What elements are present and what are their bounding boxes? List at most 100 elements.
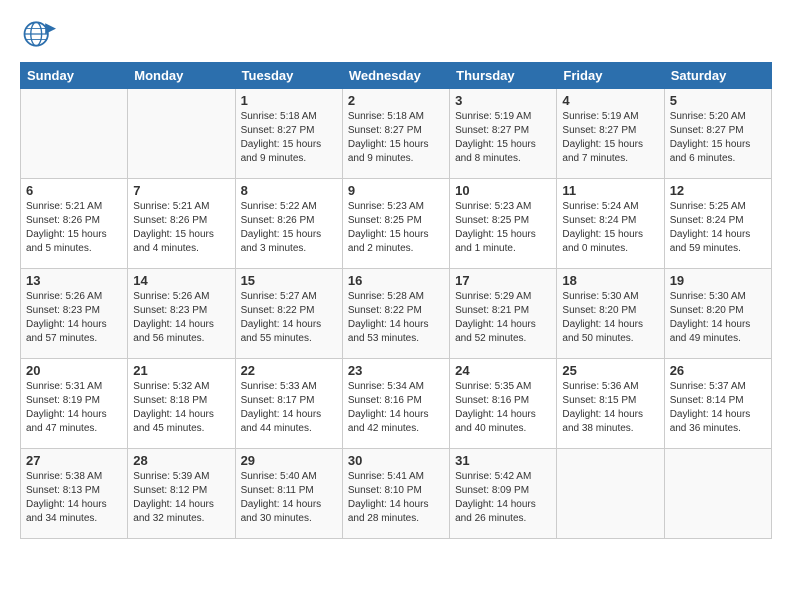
day-info: Sunrise: 5:23 AM Sunset: 8:25 PM Dayligh… [455, 200, 551, 256]
day-info: Sunrise: 5:24 AM Sunset: 8:24 PM Dayligh… [562, 200, 658, 256]
day-info: Sunrise: 5:41 AM Sunset: 8:10 PM Dayligh… [348, 470, 444, 526]
day-number: 10 [455, 183, 551, 198]
weekday-header-cell: Thursday [450, 63, 557, 89]
day-number: 2 [348, 93, 444, 108]
day-number: 6 [26, 183, 122, 198]
calendar-week-row: 20 Sunrise: 5:31 AM Sunset: 8:19 PM Dayli… [21, 359, 772, 449]
day-number: 21 [133, 363, 229, 378]
day-info: Sunrise: 5:35 AM Sunset: 8:16 PM Dayligh… [455, 380, 551, 436]
day-number: 30 [348, 453, 444, 468]
day-info: Sunrise: 5:42 AM Sunset: 8:09 PM Dayligh… [455, 470, 551, 526]
calendar-cell: 12Sunrise: 5:25 AM Sunset: 8:24 PM Dayli… [664, 179, 771, 269]
day-number: 22 [241, 363, 337, 378]
weekday-header-cell: Wednesday [342, 63, 449, 89]
calendar-week-row: 13 Sunrise: 5:26 AM Sunset: 8:23 PM Dayli… [21, 269, 772, 359]
calendar-cell: 7 Sunrise: 5:21 AM Sunset: 8:26 PM Daylig… [128, 179, 235, 269]
day-info: Sunrise: 5:23 AM Sunset: 8:25 PM Dayligh… [348, 200, 444, 256]
calendar-cell: 18 Sunrise: 5:30 AM Sunset: 8:20 PM Dayli… [557, 269, 664, 359]
day-number: 14 [133, 273, 229, 288]
day-number: 26 [670, 363, 766, 378]
page-header [20, 16, 772, 52]
day-info: Sunrise: 5:26 AM Sunset: 8:23 PM Dayligh… [26, 290, 122, 346]
weekday-header-cell: Sunday [21, 63, 128, 89]
day-info: Sunrise: 5:22 AM Sunset: 8:26 PM Dayligh… [241, 200, 337, 256]
day-info: Sunrise: 5:21 AM Sunset: 8:26 PM Dayligh… [26, 200, 122, 256]
day-number: 20 [26, 363, 122, 378]
calendar-cell: 31 Sunrise: 5:42 AM Sunset: 8:09 PM Dayli… [450, 449, 557, 539]
calendar-cell: 17Sunrise: 5:29 AM Sunset: 8:21 PM Dayli… [450, 269, 557, 359]
day-info: Sunrise: 5:19 AM Sunset: 8:27 PM Dayligh… [562, 110, 658, 166]
calendar-week-row: 27 Sunrise: 5:38 AM Sunset: 8:13 PM Dayli… [21, 449, 772, 539]
calendar-cell: 23 Sunrise: 5:34 AM Sunset: 8:16 PM Dayli… [342, 359, 449, 449]
calendar-week-row: 6 Sunrise: 5:21 AM Sunset: 8:26 PM Daylig… [21, 179, 772, 269]
calendar-cell: 10 Sunrise: 5:23 AM Sunset: 8:25 PM Dayli… [450, 179, 557, 269]
calendar-cell: 1Sunrise: 5:18 AM Sunset: 8:27 PM Daylig… [235, 89, 342, 179]
day-number: 18 [562, 273, 658, 288]
calendar-cell: 24Sunrise: 5:35 AM Sunset: 8:16 PM Dayli… [450, 359, 557, 449]
logo [20, 16, 60, 52]
calendar-cell: 14 Sunrise: 5:26 AM Sunset: 8:23 PM Dayli… [128, 269, 235, 359]
weekday-header-cell: Monday [128, 63, 235, 89]
day-info: Sunrise: 5:32 AM Sunset: 8:18 PM Dayligh… [133, 380, 229, 436]
day-info: Sunrise: 5:30 AM Sunset: 8:20 PM Dayligh… [670, 290, 766, 346]
day-number: 8 [241, 183, 337, 198]
calendar-cell: 26 Sunrise: 5:37 AM Sunset: 8:14 PM Dayli… [664, 359, 771, 449]
calendar-cell [128, 89, 235, 179]
calendar-cell: 2 Sunrise: 5:18 AM Sunset: 8:27 PM Daylig… [342, 89, 449, 179]
calendar-cell: 16Sunrise: 5:28 AM Sunset: 8:22 PM Dayli… [342, 269, 449, 359]
calendar-cell: 30 Sunrise: 5:41 AM Sunset: 8:10 PM Dayli… [342, 449, 449, 539]
day-number: 25 [562, 363, 658, 378]
day-info: Sunrise: 5:34 AM Sunset: 8:16 PM Dayligh… [348, 380, 444, 436]
day-number: 4 [562, 93, 658, 108]
day-info: Sunrise: 5:21 AM Sunset: 8:26 PM Dayligh… [133, 200, 229, 256]
day-info: Sunrise: 5:18 AM Sunset: 8:27 PM Dayligh… [348, 110, 444, 166]
calendar-cell: 5 Sunrise: 5:20 AM Sunset: 8:27 PM Daylig… [664, 89, 771, 179]
calendar-cell [557, 449, 664, 539]
day-info: Sunrise: 5:27 AM Sunset: 8:22 PM Dayligh… [241, 290, 337, 346]
day-info: Sunrise: 5:19 AM Sunset: 8:27 PM Dayligh… [455, 110, 551, 166]
day-number: 5 [670, 93, 766, 108]
calendar-body: 1Sunrise: 5:18 AM Sunset: 8:27 PM Daylig… [21, 89, 772, 539]
weekday-header-row: SundayMondayTuesdayWednesdayThursdayFrid… [21, 63, 772, 89]
calendar-cell: 21 Sunrise: 5:32 AM Sunset: 8:18 PM Dayli… [128, 359, 235, 449]
day-number: 12 [670, 183, 766, 198]
calendar-cell: 8 Sunrise: 5:22 AM Sunset: 8:26 PM Daylig… [235, 179, 342, 269]
weekday-header-cell: Friday [557, 63, 664, 89]
calendar-cell: 28Sunrise: 5:39 AM Sunset: 8:12 PM Dayli… [128, 449, 235, 539]
calendar-cell [21, 89, 128, 179]
day-number: 29 [241, 453, 337, 468]
calendar-cell: 13 Sunrise: 5:26 AM Sunset: 8:23 PM Dayli… [21, 269, 128, 359]
day-number: 9 [348, 183, 444, 198]
logo-icon [20, 16, 56, 52]
day-info: Sunrise: 5:37 AM Sunset: 8:14 PM Dayligh… [670, 380, 766, 436]
day-info: Sunrise: 5:38 AM Sunset: 8:13 PM Dayligh… [26, 470, 122, 526]
day-number: 7 [133, 183, 229, 198]
day-info: Sunrise: 5:40 AM Sunset: 8:11 PM Dayligh… [241, 470, 337, 526]
day-info: Sunrise: 5:26 AM Sunset: 8:23 PM Dayligh… [133, 290, 229, 346]
day-info: Sunrise: 5:20 AM Sunset: 8:27 PM Dayligh… [670, 110, 766, 166]
day-info: Sunrise: 5:29 AM Sunset: 8:21 PM Dayligh… [455, 290, 551, 346]
day-info: Sunrise: 5:31 AM Sunset: 8:19 PM Dayligh… [26, 380, 122, 436]
calendar-cell: 9 Sunrise: 5:23 AM Sunset: 8:25 PM Daylig… [342, 179, 449, 269]
calendar-cell: 25 Sunrise: 5:36 AM Sunset: 8:15 PM Dayli… [557, 359, 664, 449]
calendar-cell: 29 Sunrise: 5:40 AM Sunset: 8:11 PM Dayli… [235, 449, 342, 539]
day-number: 15 [241, 273, 337, 288]
day-number: 23 [348, 363, 444, 378]
calendar-cell: 27 Sunrise: 5:38 AM Sunset: 8:13 PM Dayli… [21, 449, 128, 539]
calendar-cell [664, 449, 771, 539]
day-number: 3 [455, 93, 551, 108]
calendar-cell: 20 Sunrise: 5:31 AM Sunset: 8:19 PM Dayli… [21, 359, 128, 449]
day-info: Sunrise: 5:33 AM Sunset: 8:17 PM Dayligh… [241, 380, 337, 436]
day-number: 31 [455, 453, 551, 468]
day-info: Sunrise: 5:30 AM Sunset: 8:20 PM Dayligh… [562, 290, 658, 346]
calendar-cell: 3 Sunrise: 5:19 AM Sunset: 8:27 PM Daylig… [450, 89, 557, 179]
day-info: Sunrise: 5:28 AM Sunset: 8:22 PM Dayligh… [348, 290, 444, 346]
day-number: 11 [562, 183, 658, 198]
day-info: Sunrise: 5:36 AM Sunset: 8:15 PM Dayligh… [562, 380, 658, 436]
weekday-header-cell: Tuesday [235, 63, 342, 89]
day-number: 13 [26, 273, 122, 288]
day-number: 28 [133, 453, 229, 468]
day-number: 27 [26, 453, 122, 468]
calendar-cell: 22 Sunrise: 5:33 AM Sunset: 8:17 PM Dayli… [235, 359, 342, 449]
calendar-cell: 11 Sunrise: 5:24 AM Sunset: 8:24 PM Dayli… [557, 179, 664, 269]
